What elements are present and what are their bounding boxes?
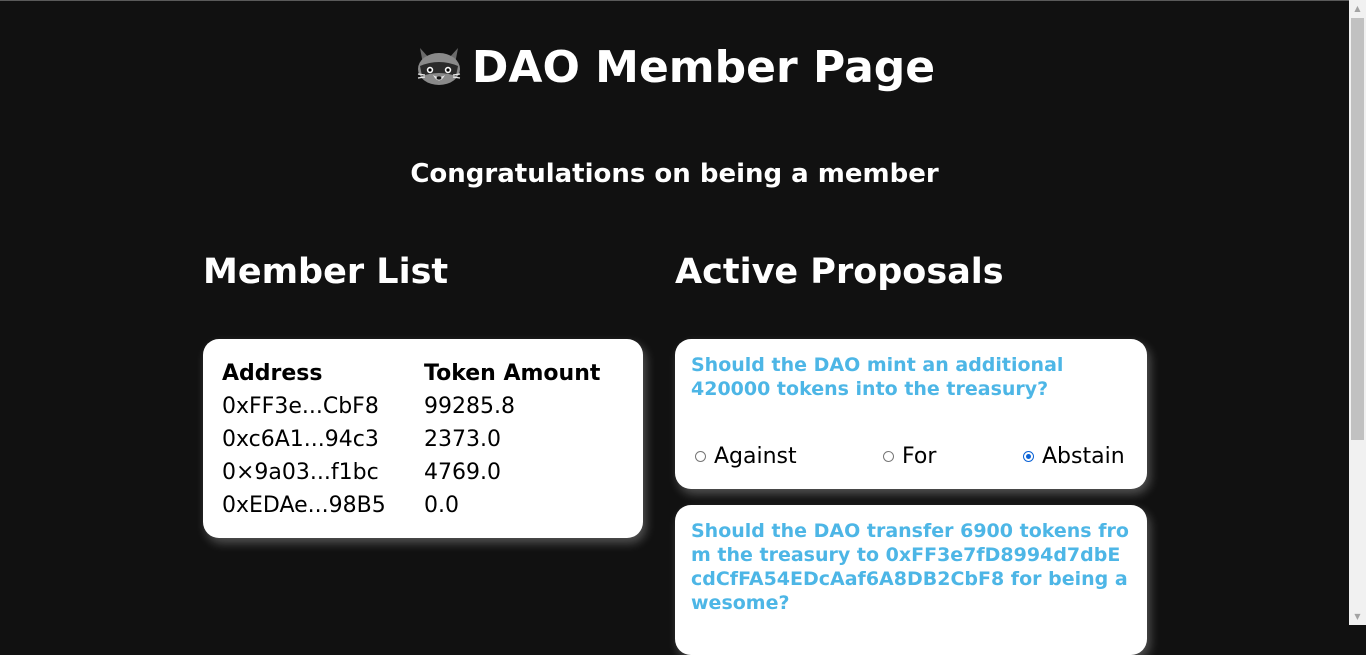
token-amount-column-header: Token Amount bbox=[424, 361, 601, 386]
proposal-description: Should the DAO transfer 6900 tokens from… bbox=[691, 520, 1129, 614]
proposal-description: Should the DAO mint an additional 420000… bbox=[691, 354, 1064, 400]
against-radio[interactable] bbox=[695, 451, 706, 462]
abstain-radio[interactable] bbox=[1023, 451, 1034, 462]
member-token-amount: 0.0 bbox=[424, 493, 459, 518]
vote-option-label: Against bbox=[714, 444, 797, 469]
vote-option-label: Abstain bbox=[1042, 444, 1125, 469]
for-radio[interactable] bbox=[883, 451, 894, 462]
vote-option-abstain[interactable]: Abstain bbox=[1023, 444, 1125, 469]
vertical-scrollbar[interactable]: ▲ ▼ bbox=[1349, 0, 1366, 625]
table-row: 0xc6A1...94c3 2373.0 bbox=[222, 423, 600, 456]
proposal-card: Should the DAO transfer 6900 tokens from… bbox=[675, 505, 1147, 655]
scroll-down-arrow-icon[interactable]: ▼ bbox=[1349, 608, 1366, 625]
table-row: 0xFF3e...CbF8 99285.8 bbox=[222, 390, 600, 423]
member-table: Address Token Amount 0xFF3e...CbF8 99285… bbox=[222, 357, 600, 522]
member-list-heading: Member List bbox=[203, 252, 449, 292]
raccoon-icon bbox=[414, 44, 464, 102]
member-token-amount: 4769.0 bbox=[424, 460, 501, 485]
active-proposals-heading: Active Proposals bbox=[675, 252, 1004, 292]
member-address: 0xc6A1...94c3 bbox=[222, 427, 379, 452]
table-row: 0xEDAe...98B5 0.0 bbox=[222, 489, 600, 522]
welcome-subtitle: Congratulations on being a member bbox=[410, 159, 939, 189]
vote-option-label: For bbox=[902, 444, 937, 469]
member-address: 0xEDAe...98B5 bbox=[222, 493, 386, 518]
page-title: DAO Member Page bbox=[0, 40, 1349, 102]
page: DAO Member Page Congratulations on being… bbox=[0, 0, 1349, 655]
member-address: 0xFF3e...CbF8 bbox=[222, 394, 379, 419]
scrollbar-thumb[interactable] bbox=[1351, 18, 1364, 440]
proposal-card: Should the DAO mint an additional 420000… bbox=[675, 339, 1147, 489]
vote-option-for[interactable]: For bbox=[883, 444, 936, 469]
member-table-header: Address Token Amount bbox=[222, 357, 600, 390]
vote-option-against[interactable]: Against bbox=[695, 444, 797, 469]
page-title-text: DAO Member Page bbox=[471, 42, 936, 93]
address-column-header: Address bbox=[222, 361, 323, 386]
member-token-amount: 99285.8 bbox=[424, 394, 515, 419]
member-address: 0×9a03...f1bc bbox=[222, 460, 379, 485]
table-row: 0×9a03...f1bc 4769.0 bbox=[222, 456, 600, 489]
member-list-card: Address Token Amount 0xFF3e...CbF8 99285… bbox=[203, 339, 643, 538]
scroll-up-arrow-icon[interactable]: ▲ bbox=[1349, 0, 1366, 17]
member-token-amount: 2373.0 bbox=[424, 427, 501, 452]
